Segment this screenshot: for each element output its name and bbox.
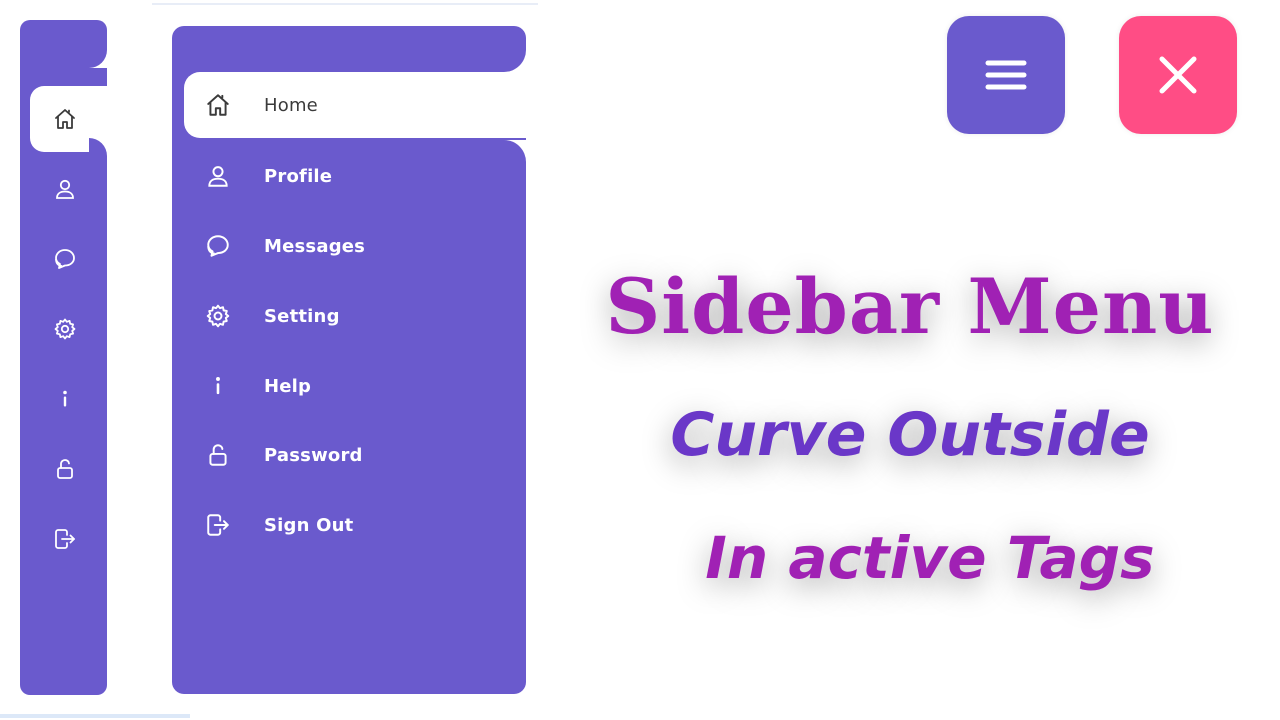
bottom-divider bbox=[0, 714, 190, 718]
gear-icon bbox=[54, 318, 76, 340]
chat-icon bbox=[55, 249, 75, 269]
collapsed-item-signout[interactable] bbox=[20, 506, 107, 572]
expanded-sidebar: Home Profile Messages Setting Help Passw… bbox=[172, 26, 526, 694]
sidebar-item-label: Profile bbox=[264, 165, 333, 187]
collapsed-active-curve-bottom bbox=[89, 138, 107, 156]
collapsed-item-messages[interactable] bbox=[20, 226, 107, 292]
headline-tagline: In active Tags bbox=[705, 524, 1155, 592]
user-icon bbox=[56, 179, 74, 199]
lock-icon bbox=[209, 444, 227, 466]
sidebar-item-signout[interactable]: Sign Out bbox=[172, 492, 526, 558]
sidebar-item-messages[interactable]: Messages bbox=[172, 213, 526, 279]
collapsed-item-profile[interactable] bbox=[20, 156, 107, 222]
home-icon bbox=[55, 109, 75, 129]
sidebar-item-label: Setting bbox=[264, 305, 340, 327]
info-icon bbox=[63, 390, 67, 407]
sidebar-item-label: Help bbox=[264, 375, 312, 397]
collapsed-sidebar bbox=[20, 20, 107, 695]
sign-out-icon bbox=[55, 529, 75, 549]
collapsed-active-curve-top bbox=[89, 50, 107, 68]
sidebar-item-profile[interactable]: Profile bbox=[172, 143, 526, 209]
close-button[interactable] bbox=[1119, 16, 1237, 134]
chat-icon bbox=[207, 235, 229, 257]
expanded-active-curve-top bbox=[504, 50, 526, 72]
headline-subtitle: Curve Outside bbox=[670, 400, 1150, 470]
collapsed-item-password[interactable] bbox=[20, 436, 107, 502]
sidebar-item-setting[interactable]: Setting bbox=[172, 283, 526, 349]
sidebar-item-password[interactable]: Password bbox=[172, 422, 526, 488]
sidebar-item-help[interactable]: Help bbox=[172, 353, 526, 419]
headline-title: Sidebar Menu bbox=[605, 262, 1215, 351]
hamburger-icon bbox=[985, 60, 1027, 90]
close-icon bbox=[1159, 56, 1197, 94]
sidebar-item-label: Password bbox=[264, 444, 363, 466]
info-icon bbox=[216, 377, 220, 395]
sidebar-item-label: Sign Out bbox=[264, 514, 354, 536]
sidebar-item-label: Messages bbox=[264, 235, 366, 257]
user-icon bbox=[208, 166, 228, 187]
top-divider bbox=[152, 3, 538, 5]
collapsed-item-setting[interactable] bbox=[20, 296, 107, 362]
collapsed-item-help[interactable] bbox=[20, 366, 107, 432]
sign-out-icon bbox=[207, 514, 229, 536]
menu-toggle-button[interactable] bbox=[947, 16, 1065, 134]
home-icon bbox=[207, 94, 229, 116]
sidebar-item-home[interactable]: Home bbox=[184, 72, 526, 138]
lock-icon bbox=[57, 459, 73, 479]
gear-icon bbox=[206, 304, 230, 328]
sidebar-item-label: Home bbox=[264, 94, 318, 116]
